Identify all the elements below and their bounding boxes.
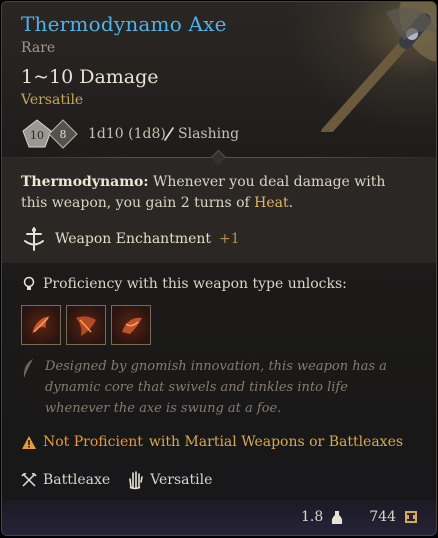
heat-keyword[interactable]: Heat [254,195,288,211]
weapon-enchantment: Weapon Enchantment +1 [21,226,240,252]
flavor-description: Designed by gnomish innovation, this wea… [45,359,387,416]
enchantment-label: Weapon Enchantment [55,231,212,247]
item-damage: 1~10 Damage [21,66,159,88]
quill-icon [23,359,33,378]
weight-icon [332,511,343,524]
damage-type: Slashing [163,126,239,142]
cleave-icon [76,316,96,336]
proficiency-header: Proficiency with this weapon type unlock… [21,276,347,292]
flavor-text: Designed by gnomish innovation, this wea… [21,356,416,419]
item-rarity: Rare [21,40,56,56]
damage-type-label: Slashing [178,126,240,142]
item-value: 744 [369,509,396,525]
weapon-properties: Battleaxe Versatile [21,470,228,490]
lightbulb-icon [23,276,35,290]
enchantment-icon [24,227,44,251]
property-battleaxe[interactable]: Battleaxe [21,472,110,488]
item-footer: 1.8 744 [2,500,436,535]
item-art [286,2,436,132]
warning-detail: with Martial Weapons or Battleaxes [148,434,404,450]
passive-name: Thermodynamo: [21,174,149,190]
d10-die-label: 10 [30,129,44,142]
proficiency-warning: Not Proficient with Martial Weapons or B… [21,434,403,450]
item-name: Thermodynamo Axe [21,12,227,36]
crossed-axes-icon [21,473,37,487]
gold-icon [405,511,417,523]
warning-icon [22,435,36,449]
slashing-icon [164,127,174,141]
passive-description: Thermodynamo: Whenever you deal damage w… [21,172,416,214]
unlock-action-1[interactable] [21,305,61,345]
enchantment-value: +1 [219,231,240,247]
hand-icon [129,471,143,490]
unlock-action-2[interactable] [66,305,106,345]
unlock-actions [21,305,151,345]
d8-die-icon: 8 [48,119,78,149]
property-versatile[interactable]: Versatile [126,470,212,490]
item-weight: 1.8 [301,509,324,525]
proficiency-label: Proficiency with this weapon type unlock… [43,276,347,292]
flame-slash-icon [32,316,50,334]
property-label-versatile: Versatile [150,472,213,488]
unlock-action-3[interactable] [111,305,151,345]
d8-die-label: 8 [60,128,67,141]
passive-text-end: . [288,195,294,211]
damage-detail: 1d10 (1d8) [88,126,166,142]
lacerate-icon [122,317,142,334]
item-tag: Versatile [21,92,84,108]
item-tooltip: Thermodynamo Axe Rare 1~10 Damage Versat… [1,1,437,536]
axe-image-icon [321,2,436,132]
warning-not-proficient: Not Proficient [43,434,143,450]
property-label-battleaxe: Battleaxe [43,472,111,488]
